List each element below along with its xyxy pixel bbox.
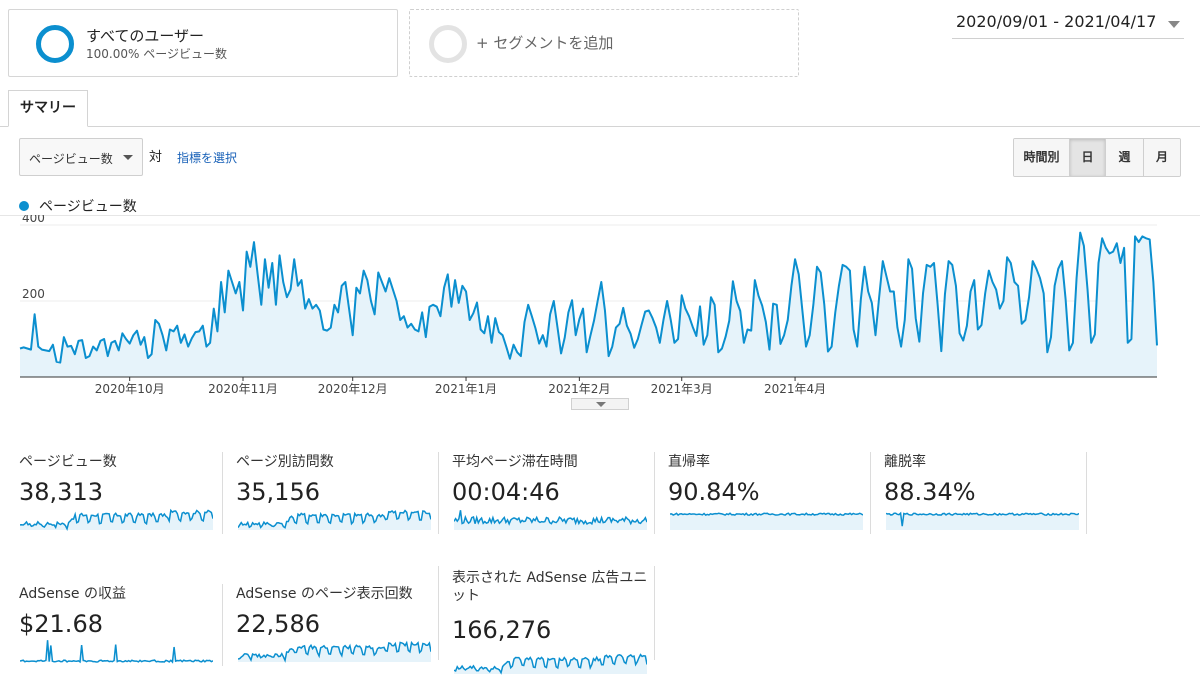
empty-segment-circle-icon xyxy=(429,25,467,63)
card-divider xyxy=(654,452,655,534)
sparkline-area xyxy=(238,642,431,662)
card-divider xyxy=(654,566,655,660)
segment-circle-icon xyxy=(36,25,74,63)
card-value: 90.84% xyxy=(668,478,760,506)
card-divider xyxy=(438,452,439,534)
card-sparkline xyxy=(238,509,431,530)
legend-dot-icon xyxy=(19,201,29,211)
metric-card-adsense-ad-units[interactable]: 表示された AdSense 広告ユニット 166,276 xyxy=(438,566,654,675)
card-label: ページビュー数 xyxy=(19,454,117,470)
period-hourly-button[interactable]: 時間別 xyxy=(1014,139,1070,176)
period-day-button[interactable]: 日 xyxy=(1070,139,1106,176)
vs-label: 対 xyxy=(149,150,163,165)
card-sparkline xyxy=(886,511,1079,530)
card-divider xyxy=(1086,452,1087,534)
card-value: 35,156 xyxy=(236,478,320,506)
card-divider xyxy=(222,584,223,666)
card-sparkline xyxy=(670,512,863,530)
x-tick-label: 2020年11月 xyxy=(208,382,278,395)
card-sparkline xyxy=(20,508,213,531)
segment-subtitle: 100.00% ページビュー数 xyxy=(86,47,227,61)
card-value: 166,276 xyxy=(452,616,552,644)
x-tick-label: 2020年10月 xyxy=(95,382,165,395)
card-sparkline xyxy=(238,640,431,663)
card-value: 00:04:46 xyxy=(452,478,560,506)
card-value: 88.34% xyxy=(884,478,976,506)
card-sparkline xyxy=(20,640,213,664)
x-tick-label: 2021年2月 xyxy=(548,382,610,395)
card-value: 22,586 xyxy=(236,610,320,638)
card-label: 離脱率 xyxy=(884,454,926,470)
metric-card-exit-rate[interactable]: 離脱率 88.34% xyxy=(870,452,1086,542)
date-range-picker[interactable]: 2020/09/01 - 2021/04/17 xyxy=(952,9,1184,39)
card-sparkline xyxy=(454,653,647,675)
legend-label: ページビュー数 xyxy=(39,199,137,215)
x-tick-label: 2020年12月 xyxy=(318,382,388,395)
chart-legend: ページビュー数 xyxy=(19,196,137,216)
period-week-button[interactable]: 週 xyxy=(1106,139,1144,176)
card-label: ページ別訪問数 xyxy=(236,454,334,470)
card-divider xyxy=(870,452,871,534)
card-sparkline xyxy=(454,510,647,530)
metric-card-unique-pageviews[interactable]: ページ別訪問数 35,156 xyxy=(222,452,438,542)
y-tick-label: 200 xyxy=(22,287,45,301)
card-label: 表示された AdSense 広告ユニット xyxy=(452,570,648,604)
chevron-down-icon xyxy=(596,402,606,407)
tab-divider xyxy=(0,126,1200,127)
card-label: 直帰率 xyxy=(668,454,710,470)
segment-title: すべてのユーザー xyxy=(86,27,205,45)
card-value: $21.68 xyxy=(19,610,103,638)
pageviews-area xyxy=(20,232,1157,377)
sparkline-area xyxy=(454,654,647,674)
chart-collapse-handle[interactable] xyxy=(571,398,629,410)
card-divider xyxy=(222,452,223,534)
metric-dropdown[interactable]: ページビュー数 xyxy=(19,138,143,176)
x-tick-label: 2021年4月 xyxy=(764,382,826,395)
metric-card-adsense-revenue[interactable]: AdSense の収益 $21.68 xyxy=(0,584,216,674)
x-tick-label: 2021年1月 xyxy=(435,382,497,395)
dropdown-arrow-icon xyxy=(123,155,133,160)
y-tick-label: 400 xyxy=(22,215,45,225)
metric-card-adsense-pageviews[interactable]: AdSense のページ表示回数 22,586 xyxy=(222,584,438,674)
add-segment-button[interactable]: + セグメントを追加 xyxy=(409,9,799,77)
segment-all-users[interactable]: すべてのユーザー 100.00% ページビュー数 xyxy=(8,9,398,77)
metric-dropdown-value: ページビュー数 xyxy=(29,152,113,166)
tab-summary[interactable]: サマリー xyxy=(8,90,88,127)
chevron-down-icon xyxy=(1168,21,1180,28)
sparkline-line xyxy=(454,510,647,526)
date-range-label: 2020/09/01 - 2021/04/17 xyxy=(956,12,1157,31)
metric-card-avg-time[interactable]: 平均ページ滞在時間 00:04:46 xyxy=(438,452,654,542)
sparkline-area xyxy=(670,513,863,530)
metric-card-pageviews[interactable]: ページビュー数 38,313 xyxy=(0,452,216,542)
metric-card-bounce-rate[interactable]: 直帰率 90.84% xyxy=(654,452,870,542)
card-divider xyxy=(438,566,439,660)
period-toggle-group: 時間別 日 週 月 xyxy=(1013,138,1181,177)
period-month-button[interactable]: 月 xyxy=(1144,139,1180,176)
pageviews-chart: 400 200 2020年10月 2020年11月 2020年12月 2021年1月 202… xyxy=(0,215,1200,395)
card-value: 38,313 xyxy=(19,478,103,506)
card-label: AdSense のページ表示回数 xyxy=(236,586,413,602)
choose-metric-link[interactable]: 指標を選択 xyxy=(177,149,237,166)
x-tick-label: 2021年3月 xyxy=(651,382,713,395)
card-label: 平均ページ滞在時間 xyxy=(452,454,578,470)
card-label: AdSense の収益 xyxy=(19,586,126,602)
add-segment-label: + セグメントを追加 xyxy=(476,34,614,52)
sparkline-line xyxy=(20,640,213,664)
